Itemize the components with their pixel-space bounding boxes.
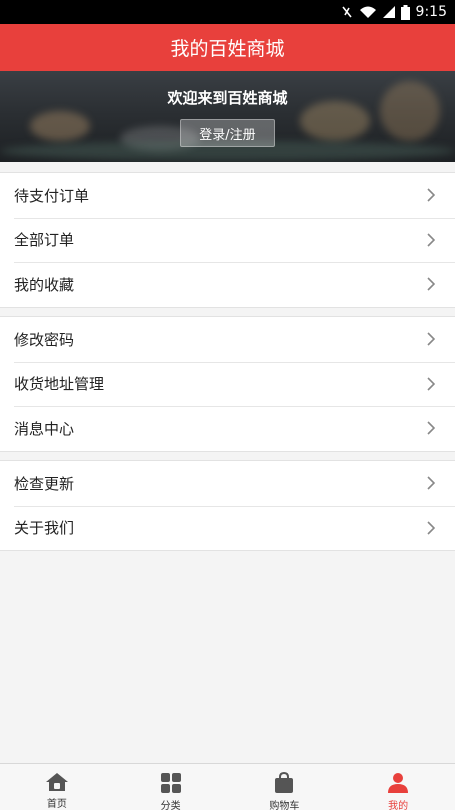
page-title: 我的百姓商城 [170,38,285,60]
chevron-right-icon [427,476,435,490]
menu-item-label: 待支付订单 [14,186,90,205]
tab-label: 购物车 [269,801,300,810]
bottom-tab-bar: 首页 分类 购物车 我的 [0,763,455,810]
menu-item-about-us[interactable]: 关于我们 [0,505,455,551]
tab-cart[interactable]: 购物车 [228,764,342,810]
tab-label: 首页 [46,799,67,810]
tab-label: 分类 [160,801,181,810]
chevron-right-icon [427,188,435,202]
tab-label: 我的 [388,801,409,810]
chevron-right-icon [427,277,435,291]
wifi-icon [359,6,376,18]
signal-icon [382,6,395,18]
status-icons [340,4,410,20]
menu-item-label: 全部订单 [14,231,75,250]
mute-icon [341,6,352,18]
battery-icon [400,4,410,20]
chevron-right-icon [427,377,435,391]
menu-item-all-orders[interactable]: 全部订单 [0,217,455,263]
profile-banner: 欢迎来到百姓商城 登录/注册 [0,71,455,162]
menu-item-change-password[interactable]: 修改密码 [0,317,455,362]
orders-menu-group: 待支付订单 全部订单 我的收藏 [0,172,455,308]
menu-item-label: 关于我们 [14,519,75,538]
tab-home[interactable]: 首页 [0,764,114,810]
app-header: 我的百姓商城 [0,24,455,71]
home-icon [45,773,68,791]
tab-mine[interactable]: 我的 [341,764,455,810]
menu-item-message-center[interactable]: 消息中心 [0,406,455,451]
menu-item-pending-payment[interactable]: 待支付订单 [0,173,455,218]
chevron-right-icon [427,332,435,346]
menu-item-favorites[interactable]: 我的收藏 [0,262,455,307]
status-bar: 9:15 [0,0,455,24]
menu-item-label: 我的收藏 [14,275,75,294]
tab-category[interactable]: 分类 [114,764,228,810]
chevron-right-icon [427,421,435,435]
chevron-right-icon [427,521,435,535]
user-icon [388,773,409,793]
chevron-right-icon [427,233,435,247]
menu-item-label: 修改密码 [14,330,75,349]
welcome-text: 欢迎来到百姓商城 [167,89,288,107]
menu-item-label: 收货地址管理 [14,375,105,394]
menu-item-label: 检查更新 [14,474,75,493]
menu-item-address-management[interactable]: 收货地址管理 [0,361,455,407]
menu-item-label: 消息中心 [14,419,75,438]
menu-item-check-update[interactable]: 检查更新 [0,461,455,506]
category-grid-icon [160,773,181,793]
app-menu-group: 检查更新 关于我们 [0,460,455,551]
account-menu-group: 修改密码 收货地址管理 消息中心 [0,316,455,452]
shopping-bag-icon [275,772,294,793]
login-register-button[interactable]: 登录/注册 [180,119,275,147]
status-time: 9:15 [415,4,447,20]
